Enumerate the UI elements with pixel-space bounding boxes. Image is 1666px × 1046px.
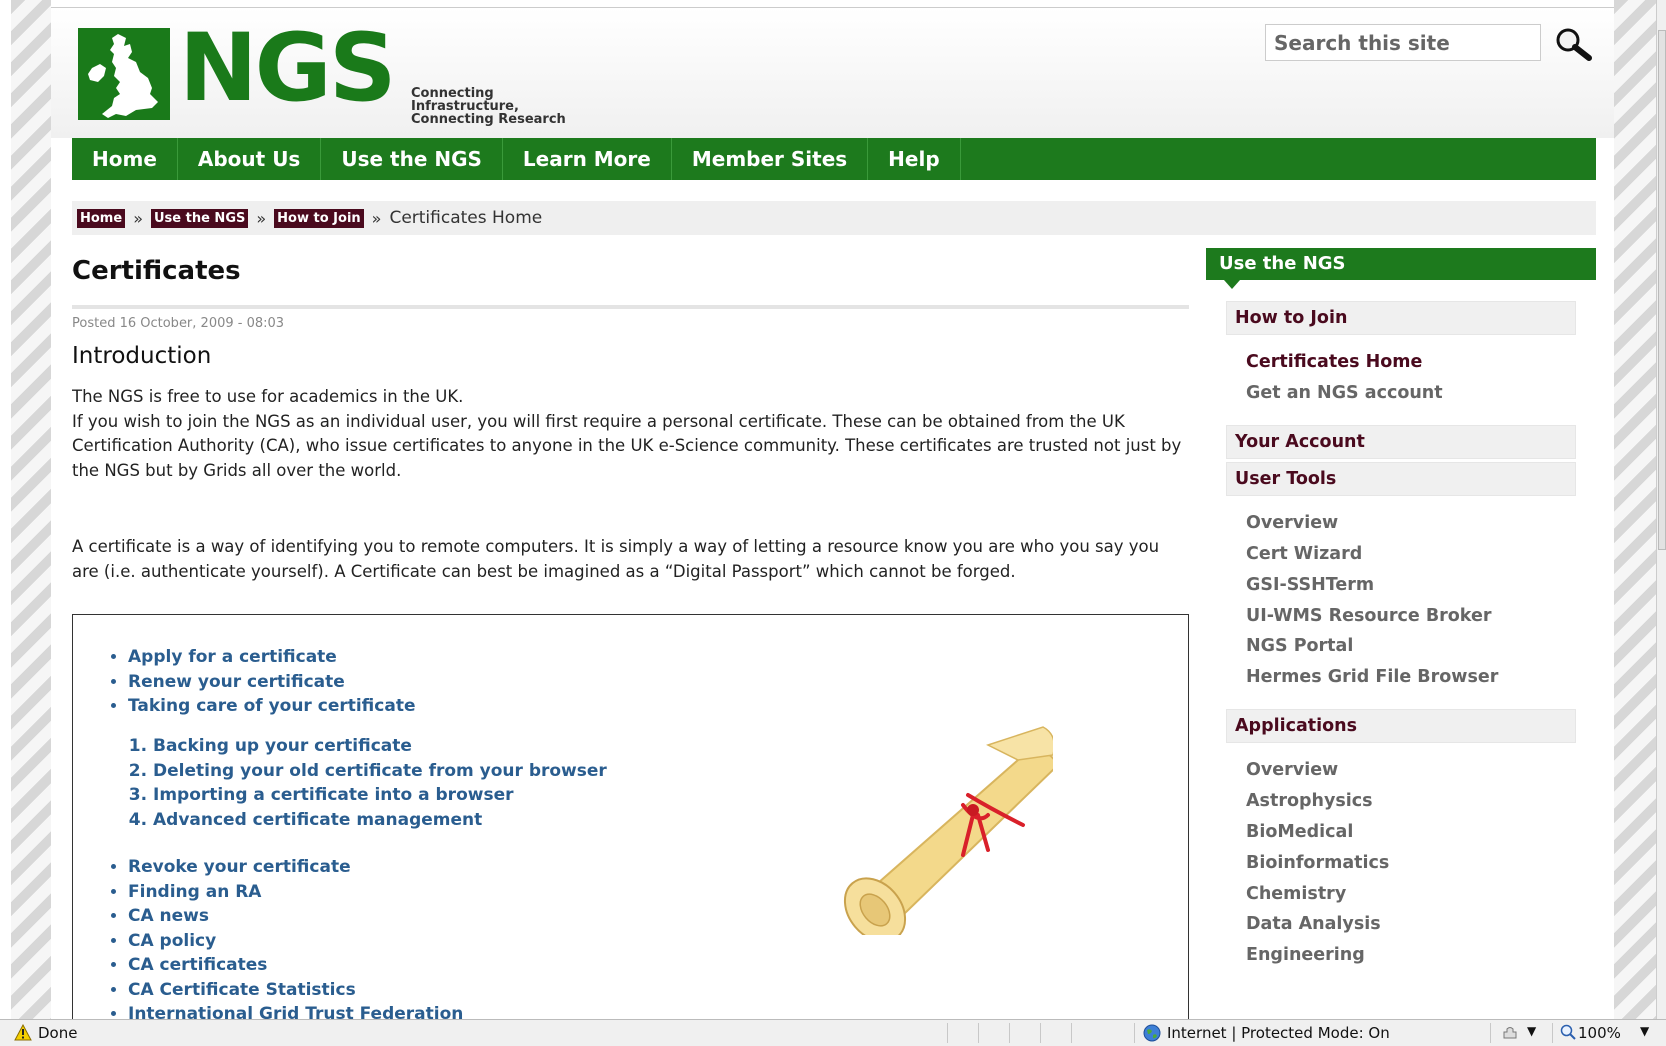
certificate-scroll-image — [813, 715, 1060, 943]
tagline-line: Connecting Research — [411, 112, 566, 127]
vertical-scrollbar[interactable] — [1656, 0, 1666, 1019]
site-tagline: Connecting Infrastructure, Connecting Re… — [411, 87, 566, 126]
sidebar-item-gsi-sshterm[interactable]: GSI-SSHTerm — [1246, 575, 1374, 595]
status-divider — [1071, 1023, 1072, 1043]
page-background-left — [11, 0, 51, 1019]
certificate-more-links-list: Revoke your certificate Finding an RA CA… — [128, 855, 463, 1020]
intro-body: If you wish to join the NGS as an indivi… — [72, 411, 1182, 480]
certificate-links-box: Apply for a certificate Renew your certi… — [72, 614, 1189, 1020]
zoom-icon[interactable] — [1560, 1024, 1576, 1040]
main-nav: Home About Us Use the NGS Learn More Mem… — [72, 138, 1596, 180]
sidebar-section-how-to-join[interactable]: How to Join — [1226, 301, 1576, 335]
nav-use-the-ngs[interactable]: Use the NGS — [321, 138, 503, 180]
internet-zone-globe-icon[interactable] — [1143, 1024, 1161, 1042]
ngs-logo-icon[interactable] — [78, 28, 170, 120]
sidebar-header-notch — [1224, 280, 1240, 289]
breadcrumb-use-the-ngs[interactable]: Use the NGS — [150, 208, 249, 228]
sidebar-item-ui-wms[interactable]: UI-WMS Resource Broker — [1246, 606, 1491, 626]
chevron-down-icon[interactable]: ▼ — [1640, 1024, 1649, 1038]
breadcrumb-separator: » — [133, 208, 143, 228]
link-ca-policy[interactable]: CA policy — [128, 929, 463, 954]
breadcrumb-home[interactable]: Home — [77, 208, 126, 228]
link-revoke-certificate[interactable]: Revoke your certificate — [128, 855, 463, 880]
certificate-links-list: Apply for a certificate Renew your certi… — [128, 645, 416, 719]
site-logo-text[interactable]: NGS — [179, 22, 397, 116]
page-title: Certificates — [72, 256, 241, 286]
title-divider — [72, 305, 1189, 309]
breadcrumb-separator: » — [371, 208, 382, 228]
sidebar-item-get-account[interactable]: Get an NGS account — [1246, 383, 1443, 403]
status-divider — [978, 1023, 979, 1043]
browser-status-bar: Done Internet | Protected Mode: On ▼ 100… — [0, 1019, 1666, 1046]
page-container: NGS Connecting Infrastructure, Connectin… — [51, 7, 1614, 1020]
link-import-certificate[interactable]: Importing a certificate into a browser — [153, 783, 607, 808]
search-icon[interactable] — [1553, 26, 1593, 62]
sidebar-item-bioinformatics[interactable]: Bioinformatics — [1246, 853, 1389, 873]
status-divider — [1552, 1023, 1553, 1043]
certificate-paragraph: A certificate is a way of identifying yo… — [72, 537, 1160, 581]
sidebar-item-cert-wizard[interactable]: Cert Wizard — [1246, 544, 1362, 564]
breadcrumb-how-to-join[interactable]: How to Join — [274, 208, 364, 228]
breadcrumb-separator: » — [256, 208, 267, 228]
warning-icon[interactable] — [14, 1023, 32, 1041]
link-finding-ra[interactable]: Finding an RA — [128, 880, 463, 905]
nav-about-us[interactable]: About Us — [178, 138, 322, 180]
page-background-right — [1614, 0, 1656, 1019]
nav-home[interactable]: Home — [72, 138, 178, 180]
sidebar-item-astrophysics[interactable]: Astrophysics — [1246, 791, 1373, 811]
scrollbar-thumb[interactable] — [1658, 30, 1666, 550]
nav-help[interactable]: Help — [868, 138, 961, 180]
window-edge — [0, 0, 11, 1019]
status-divider — [1040, 1023, 1041, 1043]
link-delete-certificate[interactable]: Deleting your old certificate from your … — [153, 759, 607, 784]
search-input[interactable] — [1265, 24, 1541, 61]
sidebar-section-applications[interactable]: Applications — [1226, 709, 1576, 743]
link-backup-certificate[interactable]: Backing up your certificate — [153, 734, 607, 759]
posted-date: Posted 16 October, 2009 - 08:03 — [72, 316, 285, 331]
link-care-certificate[interactable]: Taking care of your certificate — [128, 694, 416, 719]
zoom-level[interactable]: 100% — [1578, 1024, 1621, 1042]
nav-learn-more[interactable]: Learn More — [503, 138, 672, 180]
breadcrumb-current: Certificates Home — [389, 208, 543, 228]
status-divider — [947, 1023, 948, 1043]
sidebar-section-user-tools[interactable]: User Tools — [1226, 462, 1576, 496]
sidebar-item-tools-overview[interactable]: Overview — [1246, 513, 1338, 533]
sidebar-item-data-analysis[interactable]: Data Analysis — [1246, 914, 1381, 934]
link-advanced-management[interactable]: Advanced certificate management — [153, 808, 607, 833]
link-apply-certificate[interactable]: Apply for a certificate — [128, 645, 416, 670]
nav-member-sites[interactable]: Member Sites — [672, 138, 869, 180]
link-ca-news[interactable]: CA news — [128, 904, 463, 929]
sidebar-header-label: Use the NGS — [1219, 253, 1346, 274]
intro-paragraph: The NGS is free to use for academics in … — [72, 385, 1189, 483]
link-ca-certificates[interactable]: CA certificates — [128, 953, 463, 978]
status-divider — [1134, 1023, 1135, 1043]
site-header: NGS Connecting Infrastructure, Connectin… — [51, 8, 1614, 138]
sidebar-item-engineering[interactable]: Engineering — [1246, 945, 1365, 965]
breadcrumb: Home » Use the NGS » How to Join » Certi… — [72, 201, 1596, 235]
sidebar-item-chemistry[interactable]: Chemistry — [1246, 884, 1346, 904]
protected-mode-icon[interactable] — [1501, 1024, 1519, 1042]
status-divider — [1009, 1023, 1010, 1043]
sidebar-item-apps-overview[interactable]: Overview — [1246, 760, 1338, 780]
link-ca-statistics[interactable]: CA Certificate Statistics — [128, 978, 463, 1003]
sidebar-item-certificates-home[interactable]: Certificates Home — [1246, 352, 1422, 372]
status-text: Done — [38, 1024, 78, 1042]
sidebar-section-your-account[interactable]: Your Account — [1226, 425, 1576, 459]
intro-line: The NGS is free to use for academics in … — [72, 387, 464, 406]
intro-heading: Introduction — [72, 343, 212, 369]
sidebar-header: Use the NGS — [1206, 248, 1596, 289]
certificate-care-list: Backing up your certificate Deleting you… — [153, 734, 607, 832]
sidebar-item-ngs-portal[interactable]: NGS Portal — [1246, 636, 1353, 656]
sidebar-item-biomedical[interactable]: BioMedical — [1246, 822, 1353, 842]
link-renew-certificate[interactable]: Renew your certificate — [128, 670, 416, 695]
security-zone-text[interactable]: Internet | Protected Mode: On — [1167, 1024, 1390, 1042]
status-divider — [1490, 1023, 1491, 1043]
sidebar-item-hermes[interactable]: Hermes Grid File Browser — [1246, 667, 1498, 687]
link-igtf[interactable]: International Grid Trust Federation — [128, 1002, 463, 1020]
chevron-down-icon[interactable]: ▼ — [1527, 1024, 1536, 1038]
